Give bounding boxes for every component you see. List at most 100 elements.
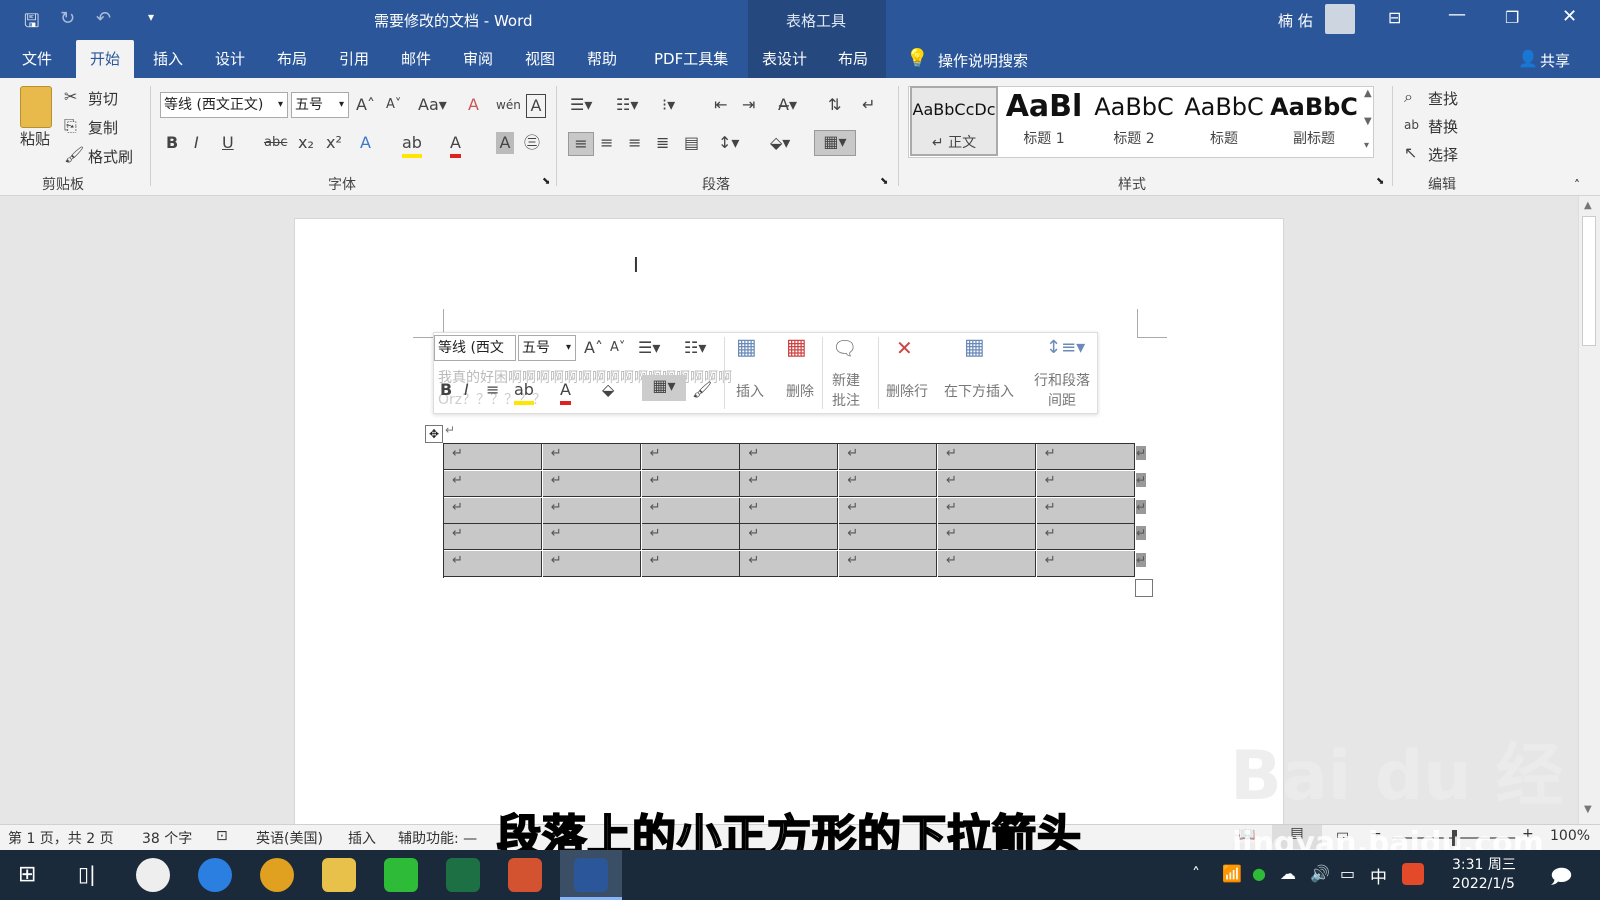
table-cell[interactable]: ↵ xyxy=(740,470,839,497)
tab-mailings[interactable]: 邮件 xyxy=(387,40,445,78)
table-cell[interactable]: ↵ xyxy=(444,470,542,497)
bullets-icon[interactable]: ☰▾ xyxy=(638,337,660,359)
chrome-icon[interactable] xyxy=(260,858,294,892)
style-heading-1[interactable]: AaBl 标题 1 xyxy=(1000,86,1088,156)
language[interactable]: 英语(美国) xyxy=(256,828,323,848)
numbering-icon[interactable]: ☷▾ xyxy=(616,94,638,116)
mini-new-comment-button[interactable]: 新建批注 xyxy=(832,371,868,411)
sort-icon[interactable]: ⇅ xyxy=(828,94,841,116)
powerpoint-icon[interactable] xyxy=(508,858,542,892)
tab-table-layout[interactable]: 布局 xyxy=(824,40,882,78)
grow-font-icon[interactable]: A˄ xyxy=(356,94,375,116)
font-size-select[interactable]: 五号 ▾ xyxy=(291,92,349,118)
table-cell[interactable]: ↵ xyxy=(938,551,1036,578)
line-spacing-icon[interactable]: ↕≡▾ xyxy=(1046,337,1085,359)
tab-file[interactable]: 文件 xyxy=(8,40,66,78)
new-comment-icon[interactable]: 🗨 xyxy=(832,337,857,359)
file-explorer-icon[interactable] xyxy=(322,858,356,892)
underline-icon[interactable]: U xyxy=(222,132,234,154)
mini-delete-row-button[interactable]: 删除行 xyxy=(886,381,928,401)
find-button[interactable]: 查找 xyxy=(1428,88,1458,109)
mini-insert-button[interactable]: 插入 xyxy=(736,381,764,401)
highlight-icon[interactable]: ab xyxy=(402,132,422,158)
mini-size-select[interactable]: 五号 ▾ xyxy=(518,335,576,361)
font-name-select[interactable]: 等线 (西文正文) ▾ xyxy=(160,92,288,118)
style-heading-2[interactable]: AaBbC 标题 2 xyxy=(1090,86,1178,156)
paragraph-dialog-launcher-icon[interactable]: ⬊ xyxy=(880,176,888,187)
highlight-icon[interactable]: ab xyxy=(514,379,534,405)
numbering-icon[interactable]: ☷▾ xyxy=(684,337,706,359)
table-cell[interactable]: ↵ xyxy=(1036,470,1135,497)
table-cell[interactable]: ↵ xyxy=(641,444,740,470)
ribbon-display-icon[interactable]: ⊟ xyxy=(1388,8,1401,27)
table-cell[interactable]: ↵ xyxy=(444,551,542,578)
table-cell[interactable]: ↵ xyxy=(839,551,938,578)
phonetic-guide-icon[interactable]: wén xyxy=(496,94,521,116)
ime-indicator[interactable]: 中 xyxy=(1370,863,1387,888)
table-cell[interactable]: ↵ xyxy=(740,497,839,524)
tab-review[interactable]: 审阅 xyxy=(449,40,507,78)
align-left-icon[interactable]: ≡ xyxy=(568,132,594,156)
scissors-icon[interactable]: ✂ xyxy=(64,86,77,108)
justify-icon[interactable]: ≣ xyxy=(656,132,669,154)
proofing-icon[interactable]: ⊡ xyxy=(216,828,228,844)
align-center-icon[interactable]: ≡ xyxy=(486,379,499,401)
style-subtitle[interactable]: AaBbC 副标题 xyxy=(1270,86,1358,156)
redo-icon[interactable]: ↻ xyxy=(60,8,75,29)
minimize-icon[interactable]: — xyxy=(1448,4,1466,25)
table-cell[interactable]: ↵ xyxy=(641,470,740,497)
clock-app-icon[interactable] xyxy=(136,858,170,892)
bullets-icon[interactable]: ☰▾ xyxy=(570,94,592,116)
paste-button[interactable]: 粘贴 xyxy=(20,128,50,149)
strikethrough-icon[interactable]: abc xyxy=(264,132,287,154)
superscript-icon[interactable]: x² xyxy=(326,132,342,154)
word-count[interactable]: 38 个字 xyxy=(142,828,192,848)
char-border-icon[interactable]: A xyxy=(526,94,546,118)
excel-icon[interactable] xyxy=(446,858,480,892)
table-cell[interactable]: ↵ xyxy=(740,551,839,578)
volume-icon[interactable]: 🔊 xyxy=(1310,864,1330,883)
user-name[interactable]: 楠 佑 xyxy=(1278,10,1313,31)
copy-icon[interactable]: ⎘ xyxy=(64,115,77,137)
styles-dialog-launcher-icon[interactable]: ⬊ xyxy=(1376,176,1384,187)
table-cell[interactable]: ↵ xyxy=(740,444,839,470)
tray-app-icon[interactable]: ● xyxy=(1252,864,1266,883)
table-move-handle-icon[interactable]: ✥ xyxy=(425,425,443,443)
table[interactable]: ↵ ↵ ↵ ↵ ↵ ↵ ↵ ↵ ↵ ↵ ↵ ↵ ↵ ↵ ↵ ↵ ↵ ↵ ↵ ↵ ↵ ↵ ↵ ↵ ↵ ↵ ↵ ↵ ↵ ↵ ↵ ↵ ↵ ↵ ↵ ↵ ↵ ↵ ↵ ↵ xyxy=(443,443,1147,578)
mini-font-select[interactable]: 等线 (西文 xyxy=(434,335,516,361)
mini-insert-below-button[interactable]: 在下方插入 xyxy=(944,381,1014,401)
italic-icon[interactable]: I xyxy=(464,379,469,401)
table-cell[interactable]: ↵ xyxy=(641,551,740,578)
show-marks-icon[interactable]: ↵ xyxy=(862,94,875,116)
table-cell[interactable]: ↵ xyxy=(542,497,641,524)
distributed-icon[interactable]: ▤ xyxy=(684,132,699,154)
increase-indent-icon[interactable]: ⇥ xyxy=(742,94,755,116)
find-icon[interactable]: ⌕ xyxy=(1404,86,1413,108)
table-cell[interactable]: ↵ xyxy=(1036,551,1135,578)
format-painter-button[interactable]: 格式刷 xyxy=(88,146,133,167)
line-spacing-icon[interactable]: ↕▾ xyxy=(718,132,739,154)
delete-table-icon[interactable]: ▦ xyxy=(786,337,807,359)
table-cell[interactable]: ↵ xyxy=(542,444,641,470)
mini-delete-button[interactable]: 删除 xyxy=(786,381,814,401)
page-count[interactable]: 第 1 页，共 2 页 xyxy=(8,828,114,848)
tab-home[interactable]: 开始 xyxy=(76,40,135,78)
avatar[interactable] xyxy=(1325,4,1355,34)
align-right-icon[interactable]: ≡ xyxy=(628,132,641,154)
scroll-thumb[interactable] xyxy=(1582,216,1596,346)
table-cell[interactable]: ↵ xyxy=(542,524,641,551)
tab-references[interactable]: 引用 xyxy=(325,40,383,78)
notification-icon[interactable]: 🗩 xyxy=(1550,862,1572,896)
styles-scroll-down-icon[interactable]: ▼ xyxy=(1364,116,1372,127)
table-cell[interactable]: ↵ xyxy=(641,497,740,524)
tab-help[interactable]: 帮助 xyxy=(573,40,631,78)
table-cell[interactable]: ↵ xyxy=(740,524,839,551)
task-view-icon[interactable]: ▯| xyxy=(78,862,96,886)
format-painter-icon[interactable]: 🖌 xyxy=(692,379,712,401)
sogou-tray-icon[interactable] xyxy=(1402,863,1424,885)
clear-format-icon[interactable]: A xyxy=(468,94,479,116)
collapse-ribbon-icon[interactable]: ˄ xyxy=(1574,178,1580,192)
styles-more-icon[interactable]: ▾ xyxy=(1364,140,1369,151)
table-cell[interactable]: ↵ xyxy=(839,444,938,470)
word-icon[interactable] xyxy=(574,858,608,892)
